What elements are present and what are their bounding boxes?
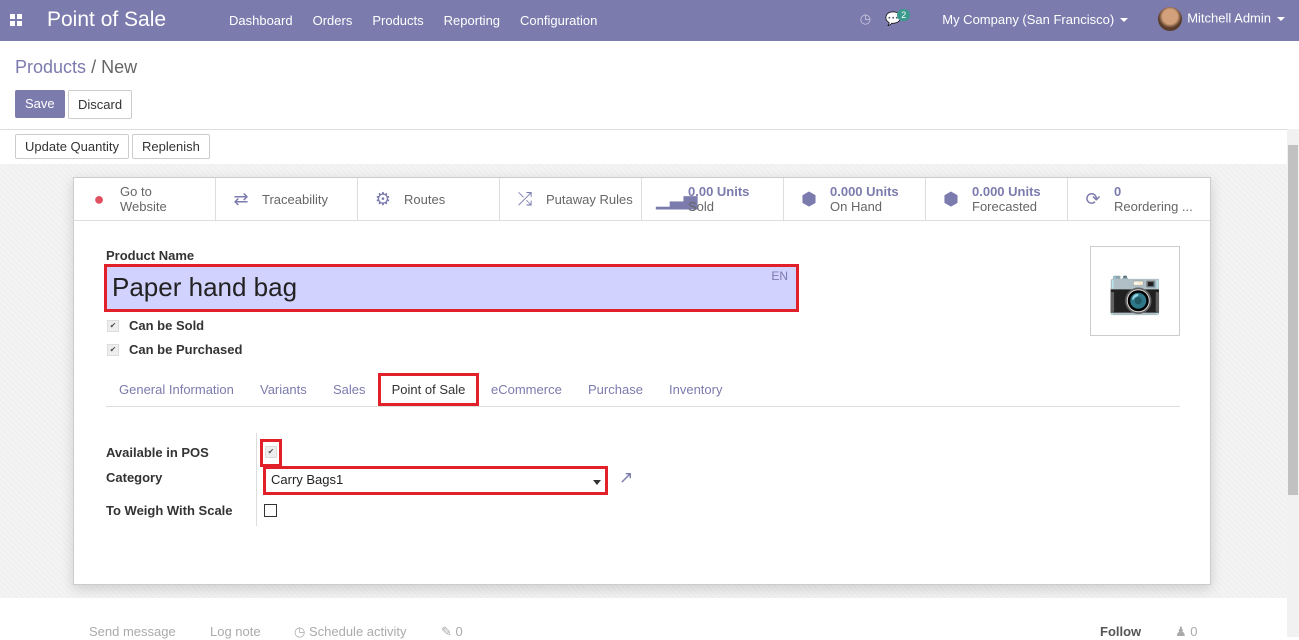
- cubes-icon: ⬢: [943, 188, 959, 209]
- can-be-purchased-label: Can be Purchased: [129, 342, 243, 357]
- stat-label: Putaway Rules: [546, 191, 633, 207]
- to-weigh-with-scale-checkbox[interactable]: [264, 504, 277, 517]
- stat-bottom: Reordering ...: [1114, 199, 1193, 214]
- forecasted-button[interactable]: ⬢ 0.000 Units Forecasted: [926, 178, 1068, 220]
- tab-sales[interactable]: Sales: [333, 382, 366, 397]
- tab-inventory[interactable]: Inventory: [669, 382, 722, 397]
- activity-clock-icon[interactable]: ◷: [860, 11, 871, 27]
- smart-buttons: ● Go to Website ⇄ Traceability ⚙ Routes ⤮ Put…: [74, 178, 1210, 221]
- tab-general-information[interactable]: General Information: [119, 382, 234, 397]
- stat-bottom: On Hand: [830, 199, 883, 214]
- can-be-sold-label: Can be Sold: [129, 318, 205, 333]
- discard-button[interactable]: Discard: [68, 90, 133, 119]
- breadcrumb-separator: /: [91, 57, 97, 77]
- go-to-website-button[interactable]: ● Go to Website: [74, 178, 216, 220]
- stat-value: 0: [1114, 184, 1122, 199]
- to-weigh-with-scale-label: To Weigh With Scale: [106, 503, 233, 518]
- stat-bottom: Sold: [688, 199, 715, 214]
- stat-label: Routes: [404, 191, 446, 207]
- signal-icon: ▁▃▅: [656, 188, 698, 209]
- camera-icon: 📷: [1107, 267, 1163, 316]
- caret-down-icon: [593, 480, 601, 485]
- available-in-pos-checkbox[interactable]: ✔: [265, 446, 277, 458]
- notebook-tabs: General Information Variants Sales Point…: [106, 373, 1180, 407]
- cogs-icon: ⚙: [374, 188, 392, 209]
- product-name-input[interactable]: Paper hand bag EN: [104, 264, 799, 312]
- random-icon: ⤮: [517, 188, 533, 209]
- stat-bottom: Forecasted: [972, 199, 1038, 214]
- divider: [256, 433, 257, 526]
- category-select[interactable]: Carry Bags1: [263, 466, 608, 495]
- available-in-pos-label: Available in POS: [106, 445, 209, 460]
- attachments-button[interactable]: ✎ 0: [441, 624, 463, 640]
- stat-label: Traceability: [262, 191, 328, 207]
- can-be-purchased-checkbox[interactable]: ✔: [107, 344, 119, 356]
- product-image-upload[interactable]: 📷: [1090, 246, 1180, 336]
- product-name-value: Paper hand bag: [112, 272, 298, 302]
- reordering-button[interactable]: ⟳ 0 Reordering ...: [1068, 178, 1210, 220]
- scrollbar-thumb[interactable]: [1288, 145, 1298, 495]
- category-label: Category: [106, 470, 163, 485]
- menu-products[interactable]: Products: [372, 13, 423, 28]
- stat-value: 0.000 Units: [830, 184, 899, 199]
- breadcrumb-current: New: [101, 57, 138, 77]
- company-switcher[interactable]: My Company (San Francisco): [942, 11, 1129, 27]
- cubes-icon: ⬢: [801, 188, 817, 209]
- tab-variants[interactable]: Variants: [260, 382, 307, 397]
- messages-button[interactable]: 💬2: [885, 9, 911, 27]
- stat-bottom: Website: [120, 199, 167, 214]
- caret-down-icon: [1277, 17, 1285, 21]
- apps-menu-icon[interactable]: [10, 14, 22, 26]
- save-button[interactable]: Save: [15, 90, 65, 118]
- menu-configuration[interactable]: Configuration: [520, 13, 597, 28]
- traceability-button[interactable]: ⇄ Traceability: [216, 178, 358, 220]
- category-value: Carry Bags1: [271, 472, 344, 487]
- avatar: [1158, 7, 1183, 31]
- product-name-label: Product Name: [106, 248, 195, 263]
- menu-reporting[interactable]: Reporting: [444, 13, 500, 28]
- on-hand-button[interactable]: ⬢ 0.000 Units On Hand: [784, 178, 926, 220]
- globe-icon: ●: [93, 188, 105, 209]
- messages-badge: 2: [897, 9, 911, 21]
- user-name: Mitchell Admin: [1187, 10, 1271, 26]
- caret-down-icon: [1120, 18, 1129, 23]
- menu-dashboard[interactable]: Dashboard: [229, 13, 293, 28]
- tab-ecommerce[interactable]: eCommerce: [491, 382, 562, 397]
- putaway-rules-button[interactable]: ⤮ Putaway Rules: [500, 178, 642, 220]
- form-sheet: ● Go to Website ⇄ Traceability ⚙ Routes ⤮ Put…: [73, 177, 1211, 585]
- divider: [0, 129, 1287, 130]
- can-be-sold-checkbox[interactable]: ✔: [107, 320, 119, 332]
- breadcrumb-products[interactable]: Products: [15, 57, 86, 77]
- tab-purchase[interactable]: Purchase: [588, 382, 643, 397]
- sold-button[interactable]: ▁▃▅ 0.00 Units Sold: [642, 178, 784, 220]
- menu-orders[interactable]: Orders: [313, 13, 353, 28]
- external-link-icon[interactable]: ↗: [619, 468, 633, 488]
- language-button[interactable]: EN: [771, 269, 788, 283]
- app-title: Point of Sale: [47, 8, 167, 31]
- stat-value: 0.000 Units: [972, 184, 1041, 199]
- refresh-icon: ⟳: [1085, 188, 1101, 209]
- exchange-icon: ⇄: [233, 188, 249, 209]
- top-navbar: Point of Sale Dashboard Orders Products …: [0, 0, 1299, 41]
- schedule-activity-button[interactable]: ◷ Schedule activity: [294, 624, 407, 640]
- update-quantity-button[interactable]: Update Quantity: [15, 134, 129, 159]
- tab-point-of-sale[interactable]: Point of Sale: [378, 373, 479, 406]
- company-name: My Company (San Francisco): [942, 11, 1115, 27]
- stat-top: Go to: [120, 184, 152, 199]
- stat-value: 0.00 Units: [688, 184, 750, 199]
- user-menu[interactable]: Mitchell Admin: [1158, 7, 1285, 31]
- followers-button[interactable]: ♟ 0: [1175, 624, 1198, 640]
- breadcrumb: Products / New: [15, 57, 137, 78]
- replenish-button[interactable]: Replenish: [132, 134, 210, 159]
- routes-button[interactable]: ⚙ Routes: [358, 178, 500, 220]
